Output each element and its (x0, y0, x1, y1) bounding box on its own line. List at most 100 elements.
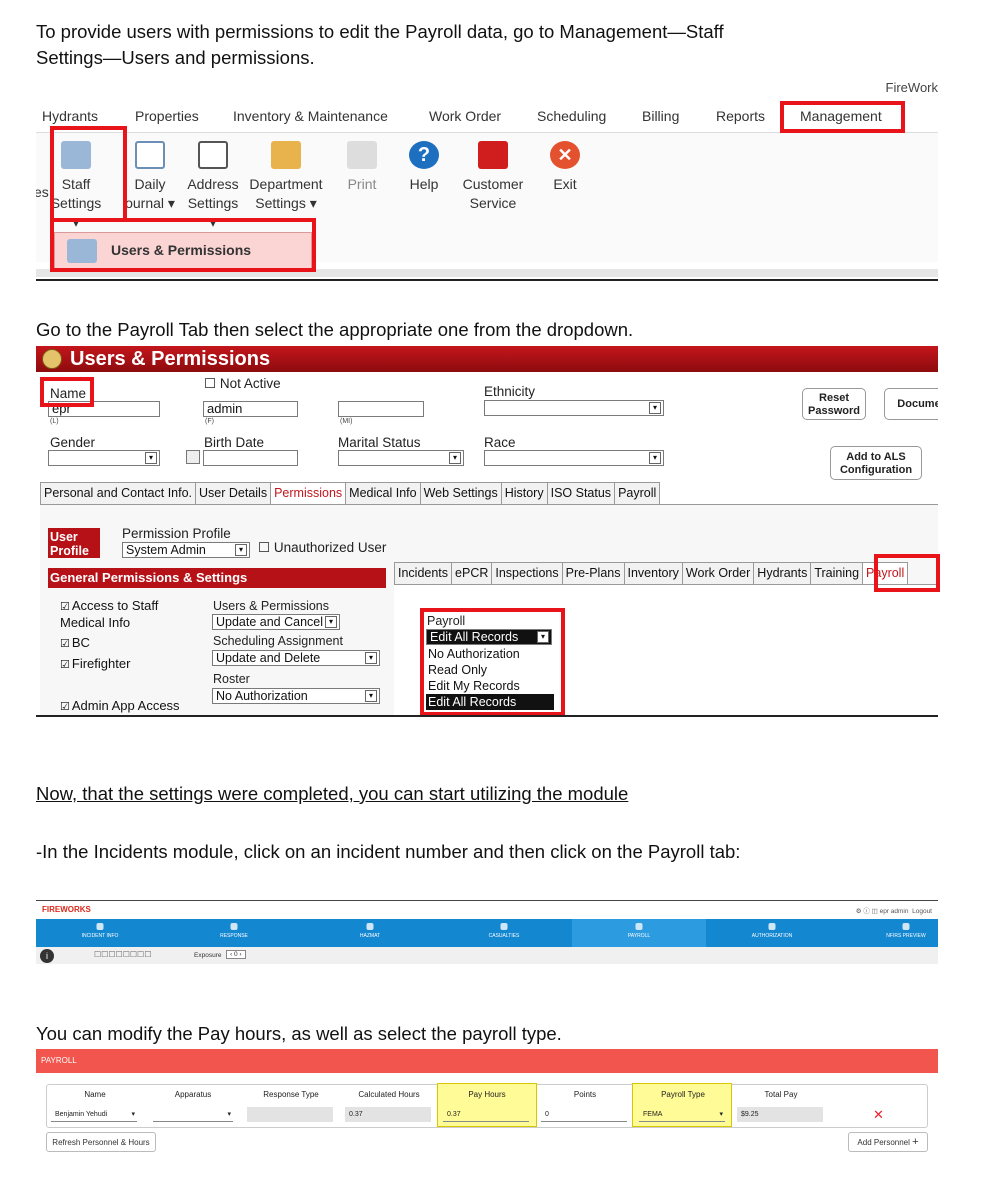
col-apparatus: Apparatus (174, 1090, 212, 1099)
tab-history[interactable]: History (500, 482, 548, 504)
birth-date-input[interactable] (203, 450, 298, 466)
info-icon[interactable]: i (40, 949, 54, 963)
add-to-als-button[interactable]: Add to ALS Configuration (830, 446, 922, 480)
first-name-input[interactable]: admin (203, 401, 298, 417)
option-edit-all-records[interactable]: Edit All Records (426, 694, 554, 710)
menu-reports[interactable]: Reports (716, 108, 765, 124)
users-permissions-menu-item[interactable]: Users & Permissions (54, 232, 312, 270)
toolbar-icons[interactable]: ☐☐☐☐☐☐☐☐ (94, 950, 151, 959)
exposure-stepper[interactable]: ‹ 0 › (226, 950, 246, 959)
mtab-hydrants[interactable]: Hydrants (753, 562, 812, 584)
menu-inventory[interactable]: Inventory & Maintenance (233, 108, 388, 124)
documents-button[interactable]: Docume (884, 388, 938, 420)
nav-response[interactable]: RESPONSE (220, 933, 248, 939)
department-settings-button[interactable]: Department Settings ▾ (246, 141, 326, 213)
name-select[interactable]: Benjamin Yehudi ▾ (51, 1107, 137, 1122)
logout-link[interactable]: Logout (912, 908, 932, 915)
col-total-pay: Total Pay (764, 1090, 798, 1099)
option-read-only[interactable]: Read Only (426, 662, 554, 678)
user-profile-label: User Profile (48, 528, 100, 558)
check-firefighter[interactable]: Firefighter (60, 656, 131, 671)
permission-profile-label: Permission Profile (122, 526, 231, 541)
mtab-inspections[interactable]: Inspections (491, 562, 563, 584)
col-response-type: Response Type (263, 1090, 319, 1099)
gender-select[interactable]: ▾ (48, 450, 160, 466)
marital-status-select[interactable]: ▾ (338, 450, 464, 466)
nav-payroll[interactable]: PAYROLL (628, 933, 650, 939)
mtab-inventory[interactable]: Inventory (623, 562, 683, 584)
option-no-authorization[interactable]: No Authorization (426, 646, 554, 662)
apparatus-select[interactable]: ▾ (153, 1107, 233, 1122)
perm-roster-select[interactable]: No Authorization ▾ (212, 688, 380, 704)
calendar-icon[interactable] (186, 450, 200, 464)
ethnicity-label: Ethnicity (484, 384, 536, 399)
permission-profile-select[interactable]: System Admin ▾ (122, 542, 250, 558)
chevron-down-icon: ▾ (649, 402, 661, 414)
address-settings-button[interactable]: Address Settings ▾ (184, 141, 242, 232)
payroll-perm-select[interactable]: Edit All Records ▾ (426, 629, 552, 645)
tab-personal[interactable]: Personal and Contact Info. (40, 482, 197, 504)
last-name-input[interactable]: epr (48, 401, 160, 417)
tab-iso-status[interactable]: ISO Status (546, 482, 616, 504)
mtab-payroll[interactable]: Payroll (862, 562, 909, 584)
menu-billing[interactable]: Billing (642, 108, 679, 124)
nav-authorization[interactable]: AUTHORIZATION (752, 933, 792, 939)
mtab-pre-plans[interactable]: Pre-Plans (561, 562, 625, 584)
users-permissions-icon (67, 239, 97, 263)
mtab-training[interactable]: Training (810, 562, 864, 584)
hazmat-icon (366, 923, 374, 930)
payroll-type-select[interactable]: FEMA ▾ (639, 1107, 725, 1122)
nav-casualties[interactable]: CASUALTIES (489, 933, 520, 939)
staff-settings-button[interactable]: Staff Settings ▾ (50, 141, 102, 232)
tab-medical-info[interactable]: Medical Info (345, 482, 421, 504)
middle-initial-input[interactable] (338, 401, 424, 417)
ethnicity-select[interactable]: ▾ (484, 400, 664, 416)
help-button[interactable]: ? Help (404, 141, 444, 194)
menu-management[interactable]: Management (800, 108, 882, 124)
menu-work-order[interactable]: Work Order (429, 108, 501, 124)
refresh-personnel-button[interactable]: Refresh Personnel & Hours (46, 1132, 156, 1152)
print-button[interactable]: Print (342, 141, 382, 194)
nav-hazmat[interactable]: HAZMAT (360, 933, 380, 939)
check-bc[interactable]: BC (60, 635, 90, 650)
chevron-down-icon: ▾ (449, 452, 461, 464)
customer-service-button[interactable]: Customer Service (460, 141, 526, 213)
add-personnel-button[interactable]: Add Personnel + (848, 1132, 928, 1152)
check-admin-app-access[interactable]: Admin App Access (60, 698, 180, 713)
exit-button[interactable]: ✕ Exit (546, 141, 584, 194)
daily-journal-button[interactable]: Daily ournal ▾ (124, 141, 176, 213)
menu-properties[interactable]: Properties (135, 108, 199, 124)
delete-row-icon[interactable]: ✕ (873, 1107, 884, 1122)
mtab-epcr[interactable]: ePCR (451, 562, 493, 584)
reset-password-button[interactable]: Reset Password (802, 388, 866, 420)
tab-web-settings[interactable]: Web Settings (419, 482, 502, 504)
menu-hydrants[interactable]: Hydrants (42, 108, 98, 124)
menu-scheduling[interactable]: Scheduling (537, 108, 606, 124)
chevron-down-icon: ▾ (145, 452, 157, 464)
divider-1 (36, 279, 938, 281)
pay-hours-input[interactable]: 0.37 (443, 1107, 529, 1122)
module-tabs: Incidents ePCR Inspections Pre-Plans Invento… (394, 562, 909, 584)
printer-icon (347, 141, 377, 169)
perm-scheduling-select[interactable]: Update and Delete ▾ (212, 650, 380, 666)
option-edit-my-records[interactable]: Edit My Records (426, 678, 554, 694)
perm-users-select[interactable]: Update and Cancel ▾ (212, 614, 340, 630)
mtab-incidents[interactable]: Incidents (394, 562, 453, 584)
ribbon-bottom-bar (36, 269, 938, 277)
nav-nfirs-preview[interactable]: NFIRS PREVIEW (886, 933, 925, 939)
points-input[interactable]: 0 (541, 1107, 627, 1122)
nav-incident-info[interactable]: INCIDENT INFO (82, 933, 119, 939)
unauthorized-user-checkbox[interactable]: ☐ Unauthorized User (258, 540, 386, 556)
tab-permissions[interactable]: Permissions (270, 482, 347, 504)
payroll-table: Name Apparatus Response Type Calculated … (46, 1083, 928, 1128)
users-permissions-titlebar: Users & Permissions (36, 346, 938, 372)
not-active-checkbox[interactable]: ☐ Not Active (204, 376, 281, 392)
tab-user-details[interactable]: User Details (195, 482, 272, 504)
mtab-work-order[interactable]: Work Order (681, 562, 755, 584)
chevron-down-icon: ▾ (537, 631, 549, 643)
race-select[interactable]: ▾ (484, 450, 664, 466)
tab-payroll[interactable]: Payroll (614, 482, 661, 504)
check-access-staff-medical[interactable]: Access to Staff Medical Info (60, 598, 180, 630)
journal-icon (135, 141, 165, 169)
payroll-screenshot: PAYROLL Name Apparatus Response Type Cal… (36, 1049, 938, 1159)
